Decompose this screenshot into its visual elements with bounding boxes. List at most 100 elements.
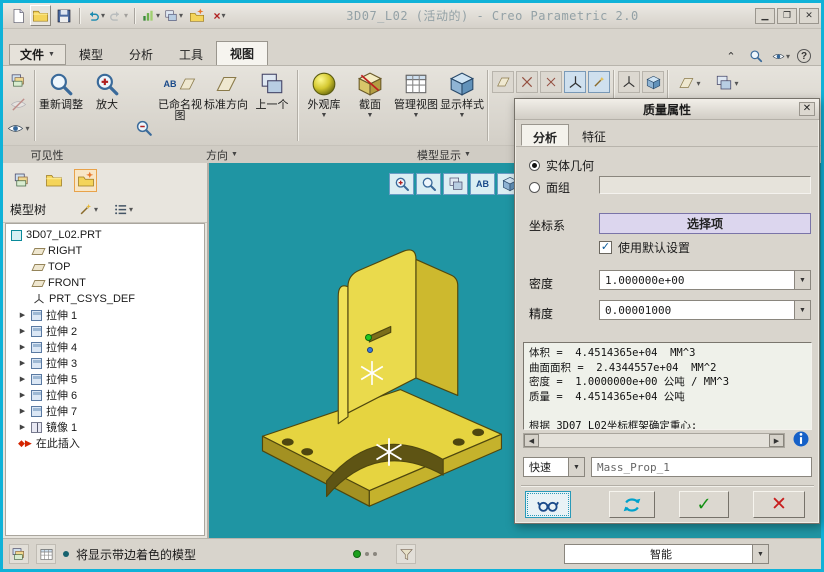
maximize-button[interactable]: ❐ — [777, 8, 797, 24]
window-settings-menu-icon[interactable] — [710, 72, 744, 94]
radio-solid-geometry[interactable]: 实体几何 — [529, 157, 594, 174]
tree-item[interactable]: ▶拉伸 3 — [6, 355, 204, 371]
chevron-down-icon[interactable]: ▼ — [752, 545, 768, 563]
use-default-checkbox[interactable]: ✓ 使用默认设置 — [599, 239, 690, 256]
dialog-tab-feature[interactable]: 特征 — [571, 124, 617, 146]
select-items-button[interactable]: 选择项 — [599, 213, 811, 234]
repeat-button[interactable] — [609, 491, 655, 518]
accuracy-combo[interactable]: 0.00001000 ▼ — [599, 300, 811, 320]
dialog-titlebar[interactable]: 质量属性 ✕ — [515, 99, 819, 120]
open-file-icon[interactable] — [30, 5, 51, 26]
eye-menu-icon[interactable] — [772, 47, 790, 65]
layer-tree-toggle-icon[interactable] — [36, 544, 56, 564]
datum-plane-display-icon[interactable] — [492, 71, 514, 93]
save-icon[interactable] — [53, 5, 74, 26]
minimize-button[interactable]: ▁ — [755, 8, 775, 24]
unhide-icon[interactable] — [6, 93, 31, 115]
spin-center-icon[interactable] — [618, 71, 640, 93]
tab-model[interactable]: 模型 — [66, 44, 116, 65]
tree-item[interactable]: ▶拉伸 5 — [6, 371, 204, 387]
scroll-right-icon[interactable]: ▶ — [769, 434, 784, 447]
dialog-close-icon[interactable]: ✕ — [799, 102, 815, 116]
search-icon[interactable] — [747, 47, 765, 65]
expand-icon[interactable]: ▶ — [18, 407, 27, 415]
expand-icon[interactable]: ▶ — [18, 359, 27, 367]
refit-button[interactable]: 重新调整 — [38, 66, 84, 145]
tree-settings-icon[interactable] — [108, 198, 138, 221]
previous-view-button[interactable]: 上一个 — [249, 66, 295, 145]
tree-item[interactable]: ▶拉伸 1 — [6, 307, 204, 323]
radio-quilt[interactable]: 面组 — [529, 179, 570, 196]
folder-browser-icon[interactable] — [42, 169, 65, 192]
datum-point-display-icon[interactable] — [540, 71, 562, 93]
expand-icon[interactable]: ▶ — [18, 375, 27, 383]
tree-item[interactable]: ▶拉伸 4 — [6, 339, 204, 355]
tab-file[interactable]: 文件▼ — [9, 44, 66, 65]
chevron-down-icon[interactable]: ▼ — [794, 271, 810, 289]
chevron-down-icon[interactable]: ▼ — [794, 301, 810, 319]
undo-icon[interactable] — [85, 5, 106, 26]
close-button[interactable]: ✕ — [799, 8, 819, 24]
tree-item[interactable]: RIGHT — [6, 243, 204, 259]
layers-icon[interactable] — [6, 69, 31, 91]
expand-icon[interactable]: ▶ — [18, 423, 27, 431]
csys-display-icon[interactable] — [564, 71, 586, 93]
sections-button[interactable]: 截面▼ — [347, 66, 393, 145]
redo-icon[interactable] — [108, 5, 129, 26]
results-horizontal-scrollbar[interactable]: ◀ ▶ — [523, 433, 785, 448]
display-style-button[interactable]: 显示样式▼ — [439, 66, 485, 145]
collapse-ribbon-icon[interactable]: ⌃ — [722, 47, 740, 65]
ok-button[interactable]: ✓ — [679, 491, 729, 518]
tab-analysis[interactable]: 分析 — [116, 44, 166, 65]
group-model-display[interactable]: 模型显示▼ — [353, 146, 535, 163]
refit-icon[interactable] — [416, 173, 441, 195]
preview-button[interactable] — [525, 491, 571, 518]
cancel-button[interactable]: ✕ — [753, 491, 805, 518]
perspective-icon[interactable] — [642, 71, 664, 93]
filter-icon[interactable] — [396, 544, 416, 564]
tree-item[interactable]: TOP — [6, 259, 204, 275]
expand-icon[interactable]: ▶ — [18, 391, 27, 399]
model-tree-toggle-icon[interactable] — [9, 544, 29, 564]
tab-tools[interactable]: 工具 — [166, 44, 216, 65]
tree-item[interactable]: ▶拉伸 2 — [6, 323, 204, 339]
saved-orientations-icon[interactable] — [443, 173, 468, 195]
results-text-area[interactable]: 体积 = 4.4514365e+04 MM^3 曲面面积 = 2.4344557… — [523, 342, 812, 430]
tree-item[interactable]: FRONT — [6, 275, 204, 291]
zoom-in-icon[interactable] — [389, 173, 414, 195]
scroll-left-icon[interactable]: ◀ — [524, 434, 539, 447]
group-orientation[interactable]: 方向▼ — [91, 146, 353, 163]
info-icon[interactable] — [792, 430, 810, 448]
tree-item[interactable]: ▶拉伸 6 — [6, 387, 204, 403]
tree-item[interactable]: ▶拉伸 7 — [6, 403, 204, 419]
quick-mode-combo[interactable]: 快速 ▼ — [523, 457, 585, 477]
expand-icon[interactable]: ▶ — [18, 327, 27, 335]
windows-icon[interactable] — [163, 5, 184, 26]
close-window-icon[interactable]: × — [209, 5, 230, 26]
named-views-icon[interactable]: AB — [470, 173, 495, 195]
zoom-out-icon[interactable] — [131, 117, 156, 139]
tree-item[interactable]: PRT_CSYS_DEF — [6, 291, 204, 307]
tab-view[interactable]: 视图 — [216, 41, 268, 65]
dialog-tab-analysis[interactable]: 分析 — [521, 124, 569, 146]
expand-icon[interactable]: ▶ — [18, 343, 27, 351]
new-folder-icon[interactable] — [186, 5, 207, 26]
tree-filter-icon[interactable] — [73, 198, 103, 221]
chevron-down-icon[interactable]: ▼ — [568, 458, 584, 476]
annotation-display-icon[interactable] — [588, 71, 610, 93]
visibility-eye-icon[interactable] — [6, 117, 31, 139]
favorites-folder-icon[interactable] — [74, 169, 97, 192]
standard-orientation-button[interactable]: 标准方向 — [203, 66, 249, 145]
tree-item-root[interactable]: 3D07_L02.PRT — [6, 227, 204, 243]
zoom-in-button[interactable]: 放大 — [84, 66, 130, 145]
density-combo[interactable]: 1.000000e+00 ▼ — [599, 270, 811, 290]
analysis-name-input[interactable] — [591, 457, 812, 477]
tree-item-insert-here[interactable]: ◆▶在此插入 — [6, 435, 204, 451]
tree-item[interactable]: ▶镜像 1 — [6, 419, 204, 435]
plane-display-menu-icon[interactable] — [672, 72, 706, 94]
quilt-collector-field[interactable] — [599, 176, 811, 194]
appearance-gallery-button[interactable]: 外观库▼ — [301, 66, 347, 145]
new-file-icon[interactable] — [7, 5, 28, 26]
named-views-button[interactable]: AB 已命名视图 — [157, 66, 203, 145]
layer-tree-icon[interactable] — [10, 169, 33, 192]
